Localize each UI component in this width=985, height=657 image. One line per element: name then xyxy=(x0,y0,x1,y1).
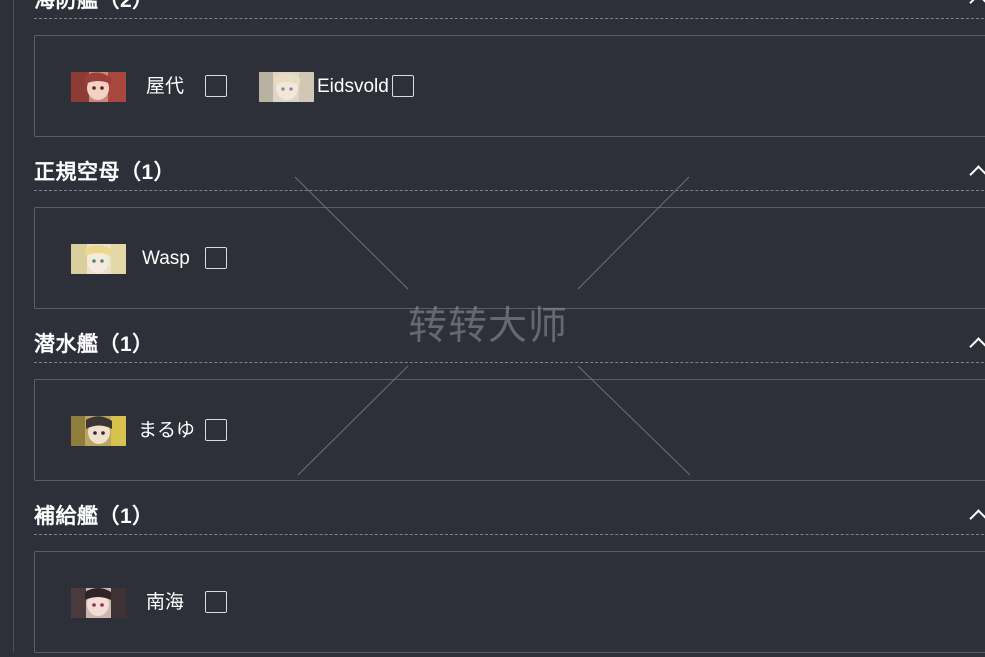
section-title: 潜水艦（1） xyxy=(34,333,154,356)
section-header[interactable]: 潜水艦（1） xyxy=(34,328,985,363)
section-header[interactable]: 正規空母（1） xyxy=(34,156,985,191)
section-title: 正規空母（1） xyxy=(34,161,176,184)
section-title: 補給艦（1） xyxy=(34,505,154,528)
ship-item: Eidsvold xyxy=(259,70,429,104)
left-rail xyxy=(13,0,14,652)
checkbox-icon[interactable] xyxy=(392,75,414,97)
ship-portrait-yashiro xyxy=(71,72,126,102)
ship-name: 屋代 xyxy=(146,76,185,97)
chevron-up-icon[interactable] xyxy=(969,0,985,12)
checkbox-icon[interactable] xyxy=(205,419,227,441)
section-header[interactable]: 補給艦（1） xyxy=(34,500,985,535)
checkbox-icon[interactable] xyxy=(205,75,227,97)
ship-item: Wasp xyxy=(71,242,231,276)
checkbox-icon[interactable] xyxy=(205,591,227,613)
ship-type-section-coastal-defense: 海防艦（2） 屋代 Eidsvold xyxy=(34,0,985,137)
section-title: 海防艦（2） xyxy=(34,0,154,12)
chevron-up-icon[interactable] xyxy=(969,509,985,528)
ship-name: Wasp xyxy=(142,248,190,269)
chevron-up-icon[interactable] xyxy=(969,337,985,356)
ship-portrait-nankai xyxy=(71,588,126,618)
ship-type-section-supply-ship: 補給艦（1） 南海 xyxy=(34,500,985,653)
ship-item: まるゆ xyxy=(71,414,231,448)
ship-type-section-submarine: 潜水艦（1） まるゆ xyxy=(34,328,985,481)
ship-portrait-wasp xyxy=(71,244,126,274)
ship-list-box: Wasp xyxy=(34,207,985,309)
ship-item: 南海 xyxy=(71,586,231,620)
chevron-up-icon[interactable] xyxy=(969,165,985,184)
ship-portrait-eidsvold xyxy=(259,72,314,102)
ship-item: 屋代 xyxy=(71,70,231,104)
section-header[interactable]: 海防艦（2） xyxy=(34,0,985,19)
checkbox-icon[interactable] xyxy=(205,247,227,269)
ship-type-section-fleet-carrier: 正規空母（1） Wasp xyxy=(34,156,985,309)
ship-name: まるゆ xyxy=(138,420,196,441)
ship-list-box: 屋代 Eidsvold xyxy=(34,35,985,137)
ship-name: Eidsvold xyxy=(317,76,389,97)
ship-list-box: 南海 xyxy=(34,551,985,653)
ship-portrait-maruyu xyxy=(71,416,126,446)
ship-list-box: まるゆ xyxy=(34,379,985,481)
ship-name: 南海 xyxy=(146,592,185,613)
